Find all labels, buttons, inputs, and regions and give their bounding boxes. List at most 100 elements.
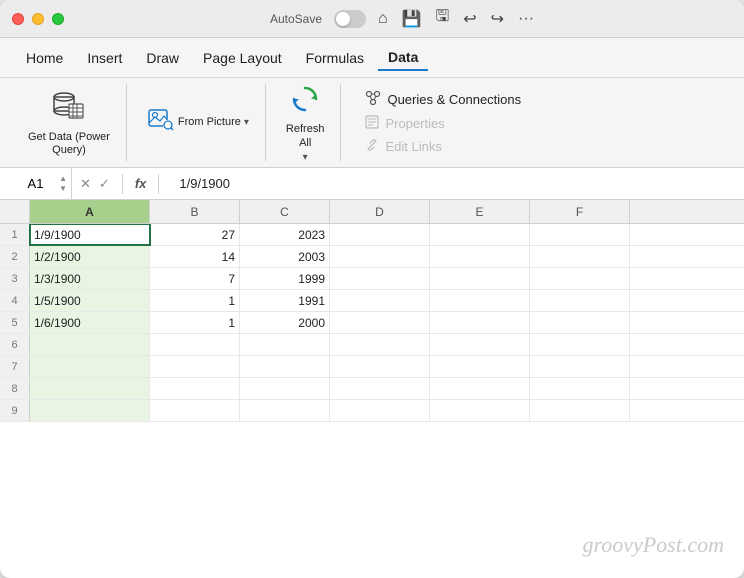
cell-a3[interactable]: 1/3/1900 [30,268,150,289]
save-alt-icon[interactable]: 🖫 [436,5,450,32]
menu-page-layout[interactable]: Page Layout [193,46,292,70]
cell-d4[interactable] [330,290,430,311]
from-picture-chevron: ▾ [244,117,249,128]
cell-f1[interactable] [530,224,630,245]
confirm-formula-icon[interactable]: ✓ [99,176,110,192]
col-header-d[interactable]: D [330,200,430,223]
cell-f3[interactable] [530,268,630,289]
undo-icon[interactable]: ↩ [463,9,476,29]
cell-reference[interactable]: A1 ▲ ▼ [0,168,72,199]
menu-draw[interactable]: Draw [136,46,189,70]
cell-e8[interactable] [430,378,530,399]
cell-f5[interactable] [530,312,630,333]
more-icon[interactable]: ··· [518,10,534,28]
refresh-all-button[interactable]: RefreshAll ▾ [280,78,331,166]
table-row: 9 [0,400,744,422]
cell-b9[interactable] [150,400,240,421]
cell-e6[interactable] [430,334,530,355]
cell-a1[interactable]: 1/9/1900 [30,224,150,245]
cell-c9[interactable] [240,400,330,421]
save-icon[interactable]: 💾 [402,9,422,29]
cell-f6[interactable] [530,334,630,355]
cell-c7[interactable] [240,356,330,377]
cell-d1[interactable] [330,224,430,245]
cell-a8[interactable] [30,378,150,399]
cell-b1[interactable]: 27 [150,224,240,245]
cell-f2[interactable] [530,246,630,267]
cell-a6[interactable] [30,334,150,355]
cell-b2[interactable]: 14 [150,246,240,267]
home-icon[interactable]: ⌂ [378,10,388,28]
cell-b5[interactable]: 1 [150,312,240,333]
properties-button[interactable]: Properties [361,113,525,134]
autosave-toggle[interactable] [334,10,366,28]
formula-input[interactable]: 1/9/1900 [171,176,744,191]
cell-c3[interactable]: 1999 [240,268,330,289]
redo-icon[interactable]: ↪ [491,9,504,29]
cell-d7[interactable] [330,356,430,377]
cell-f8[interactable] [530,378,630,399]
cell-c6[interactable] [240,334,330,355]
column-headers: A B C D E F [0,200,744,224]
edit-links-button[interactable]: Edit Links [361,136,525,157]
cell-c5[interactable]: 2000 [240,312,330,333]
table-row: 4 1/5/1900 1 1991 [0,290,744,312]
menu-data[interactable]: Data [378,45,428,71]
cell-d9[interactable] [330,400,430,421]
cell-e2[interactable] [430,246,530,267]
cancel-formula-icon[interactable]: ✕ [80,176,91,192]
cell-d6[interactable] [330,334,430,355]
minimize-button[interactable] [32,13,44,25]
edit-links-label: Edit Links [385,139,441,154]
cell-b7[interactable] [150,356,240,377]
cell-d3[interactable] [330,268,430,289]
table-row: 8 [0,378,744,400]
cell-b6[interactable] [150,334,240,355]
cell-d5[interactable] [330,312,430,333]
col-header-a[interactable]: A [30,200,150,223]
cell-e9[interactable] [430,400,530,421]
cell-c1[interactable]: 2023 [240,224,330,245]
cell-e5[interactable] [430,312,530,333]
cell-a5[interactable]: 1/6/1900 [30,312,150,333]
cell-c4[interactable]: 1991 [240,290,330,311]
cell-e1[interactable] [430,224,530,245]
cell-b8[interactable] [150,378,240,399]
cell-ref-arrows: ▲ ▼ [59,174,67,193]
cell-a9[interactable] [30,400,150,421]
get-data-button[interactable]: Get Data (PowerQuery) [22,84,116,161]
cell-e3[interactable] [430,268,530,289]
cell-e4[interactable] [430,290,530,311]
cell-a4[interactable]: 1/5/1900 [30,290,150,311]
cell-b3[interactable]: 7 [150,268,240,289]
col-header-c[interactable]: C [240,200,330,223]
cell-c2[interactable]: 2003 [240,246,330,267]
col-header-f[interactable]: F [530,200,630,223]
cell-f7[interactable] [530,356,630,377]
queries-group: Queries & Connections Properties [345,84,541,161]
menu-formulas[interactable]: Formulas [296,46,374,70]
cell-d8[interactable] [330,378,430,399]
from-picture-button[interactable]: From Picture ▾ [141,102,255,143]
cell-b4[interactable]: 1 [150,290,240,311]
formula-separator-2 [158,174,159,194]
maximize-button[interactable] [52,13,64,25]
cell-a2[interactable]: 1/2/1900 [30,246,150,267]
cell-a7[interactable] [30,356,150,377]
cell-e7[interactable] [430,356,530,377]
rows-container: 1 1/9/1900 27 2023 2 1/2/1900 14 2003 [0,224,744,422]
cell-d2[interactable] [330,246,430,267]
queries-connections-button[interactable]: Queries & Connections [361,88,525,111]
col-header-e[interactable]: E [430,200,530,223]
refresh-all-chevron[interactable]: ▾ [303,152,308,163]
cell-f4[interactable] [530,290,630,311]
cell-f9[interactable] [530,400,630,421]
row-header-6: 6 [0,334,30,355]
col-header-b[interactable]: B [150,200,240,223]
cell-c8[interactable] [240,378,330,399]
menu-home[interactable]: Home [16,46,73,70]
menu-insert[interactable]: Insert [77,46,132,70]
get-data-icon [51,88,87,129]
close-button[interactable] [12,13,24,25]
formula-fx-icon[interactable]: fx [135,176,147,191]
